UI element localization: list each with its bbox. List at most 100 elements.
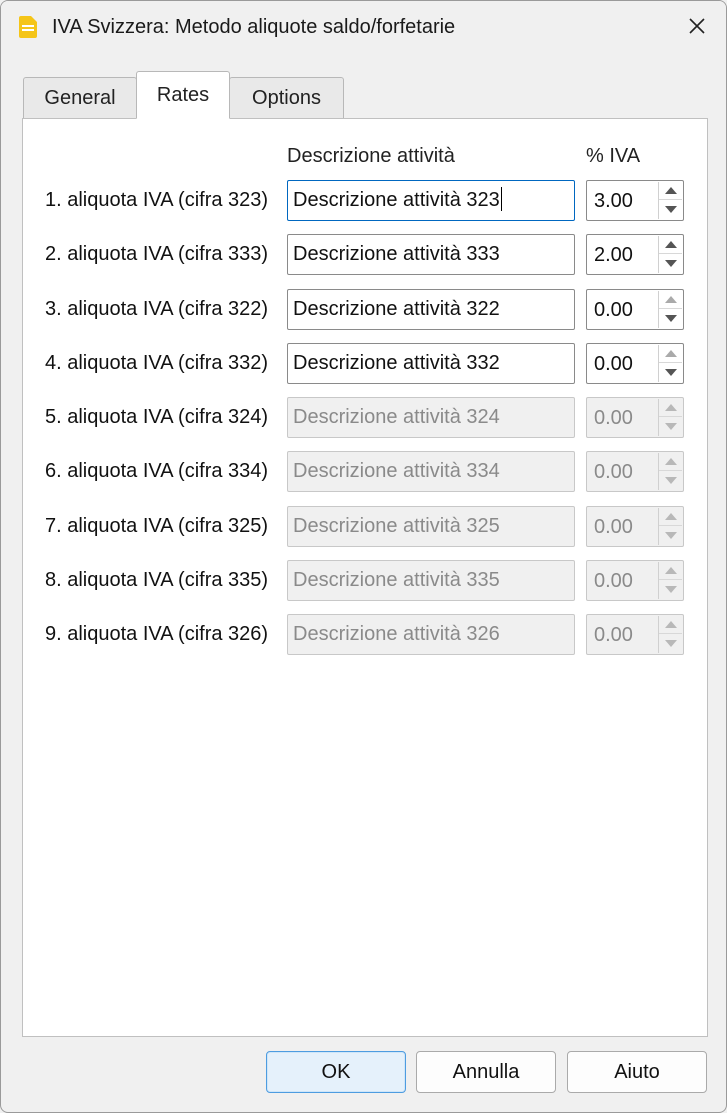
description-input[interactable]: Descrizione attività 324 — [287, 397, 575, 438]
text-caret — [500, 186, 502, 211]
rate-spinbox[interactable]: 0.00 — [586, 451, 684, 492]
description-value: Descrizione attività 332 — [293, 352, 500, 374]
description-input[interactable]: Descrizione attività 322 — [287, 289, 575, 330]
description-input[interactable]: Descrizione attività 334 — [287, 451, 575, 492]
decrement-button[interactable] — [659, 200, 682, 218]
chevron-down-icon — [664, 585, 677, 593]
spin-buttons — [658, 562, 682, 599]
rate-value: 3.00 — [594, 190, 633, 212]
description-input[interactable]: Descrizione attività 323 — [287, 180, 575, 221]
decrement-button[interactable] — [659, 471, 682, 489]
rate-column-header: % IVA — [586, 145, 641, 167]
chevron-up-icon — [664, 296, 677, 303]
chevron-down-icon — [664, 205, 677, 213]
description-value: Descrizione attività 322 — [293, 298, 500, 320]
decrement-button[interactable] — [659, 417, 682, 435]
window-title: IVA Svizzera: Metodo aliquote saldo/forf… — [52, 16, 456, 38]
tab-rates[interactable]: Rates — [136, 71, 230, 119]
rate-value: 0.00 — [594, 353, 633, 375]
ok-button[interactable]: OK — [266, 1051, 406, 1093]
decrement-button[interactable] — [659, 634, 682, 652]
rate-value: 0.00 — [594, 624, 633, 646]
description-input[interactable]: Descrizione attività 325 — [287, 506, 575, 547]
increment-button[interactable] — [659, 291, 682, 309]
rate-value: 0.00 — [594, 461, 633, 483]
rate-spinbox[interactable]: 0.00 — [586, 289, 684, 330]
chevron-up-icon — [664, 404, 677, 411]
rate-spinbox[interactable]: 3.00 — [586, 180, 684, 221]
close-icon — [688, 17, 706, 40]
rate-row-label: 7. aliquota IVA (cifra 325) — [45, 515, 269, 537]
rate-spinbox[interactable]: 2.00 — [586, 234, 684, 275]
chevron-down-icon — [664, 476, 677, 484]
rate-row-label: 8. aliquota IVA (cifra 335) — [45, 569, 269, 591]
spin-buttons — [658, 291, 682, 328]
rate-spinbox[interactable]: 0.00 — [586, 397, 684, 438]
description-value: Descrizione attività 325 — [293, 515, 500, 537]
increment-button[interactable] — [659, 453, 682, 471]
spin-buttons — [658, 182, 682, 219]
increment-button[interactable] — [659, 345, 682, 363]
decrement-button[interactable] — [659, 309, 682, 327]
increment-button[interactable] — [659, 399, 682, 417]
rate-value: 0.00 — [594, 516, 633, 538]
description-input[interactable]: Descrizione attività 326 — [287, 614, 575, 655]
description-column-header: Descrizione attività — [287, 145, 455, 167]
rate-value: 0.00 — [594, 570, 633, 592]
rate-spinbox[interactable]: 0.00 — [586, 560, 684, 601]
description-value: Descrizione attività 326 — [293, 623, 500, 645]
description-value: Descrizione attività 333 — [293, 243, 500, 265]
rate-spinbox[interactable]: 0.00 — [586, 506, 684, 547]
close-button[interactable] — [673, 9, 721, 47]
tab-general[interactable]: General — [23, 77, 137, 119]
spin-buttons — [658, 236, 682, 273]
spin-buttons — [658, 345, 682, 382]
decrement-button[interactable] — [659, 363, 682, 381]
tab-bar: General Rates Options — [23, 71, 713, 119]
chevron-up-icon — [664, 458, 677, 465]
rate-spinbox[interactable]: 0.00 — [586, 343, 684, 384]
spin-buttons — [658, 453, 682, 490]
spin-buttons — [658, 616, 682, 653]
decrement-button[interactable] — [659, 526, 682, 544]
chevron-up-icon — [664, 621, 677, 628]
increment-button[interactable] — [659, 508, 682, 526]
description-input[interactable]: Descrizione attività 333 — [287, 234, 575, 275]
chevron-down-icon — [664, 314, 677, 322]
file-icon — [18, 15, 38, 39]
rate-spinbox[interactable]: 0.00 — [586, 614, 684, 655]
increment-button[interactable] — [659, 616, 682, 634]
dialog-window: IVA Svizzera: Metodo aliquote saldo/forf… — [0, 0, 727, 1113]
chevron-up-icon — [664, 241, 677, 248]
rate-row-label: 6. aliquota IVA (cifra 334) — [45, 460, 269, 482]
chevron-down-icon — [664, 422, 677, 430]
description-value: Descrizione attività 335 — [293, 569, 500, 591]
rate-value: 2.00 — [594, 244, 633, 266]
rate-value: 0.00 — [594, 407, 633, 429]
cancel-button[interactable]: Annulla — [416, 1051, 556, 1093]
spin-buttons — [658, 508, 682, 545]
decrement-button[interactable] — [659, 254, 682, 272]
chevron-down-icon — [664, 368, 677, 376]
tab-options[interactable]: Options — [229, 77, 344, 119]
rate-value: 0.00 — [594, 299, 633, 321]
increment-button[interactable] — [659, 182, 682, 200]
description-input[interactable]: Descrizione attività 335 — [287, 560, 575, 601]
rate-row-label: 3. aliquota IVA (cifra 322) — [45, 298, 269, 320]
rate-row-label: 9. aliquota IVA (cifra 326) — [45, 623, 269, 645]
description-value: Descrizione attività 323 — [293, 189, 500, 211]
chevron-up-icon — [664, 350, 677, 357]
description-value: Descrizione attività 324 — [293, 406, 500, 428]
chevron-up-icon — [664, 567, 677, 574]
title-bar: IVA Svizzera: Metodo aliquote saldo/forf… — [1, 1, 726, 55]
spin-buttons — [658, 399, 682, 436]
help-button[interactable]: Aiuto — [567, 1051, 707, 1093]
increment-button[interactable] — [659, 562, 682, 580]
description-input[interactable]: Descrizione attività 332 — [287, 343, 575, 384]
rate-row-label: 5. aliquota IVA (cifra 324) — [45, 406, 269, 428]
chevron-down-icon — [664, 531, 677, 539]
increment-button[interactable] — [659, 236, 682, 254]
rate-row-label: 4. aliquota IVA (cifra 332) — [45, 352, 269, 374]
chevron-down-icon — [664, 639, 677, 647]
decrement-button[interactable] — [659, 580, 682, 598]
